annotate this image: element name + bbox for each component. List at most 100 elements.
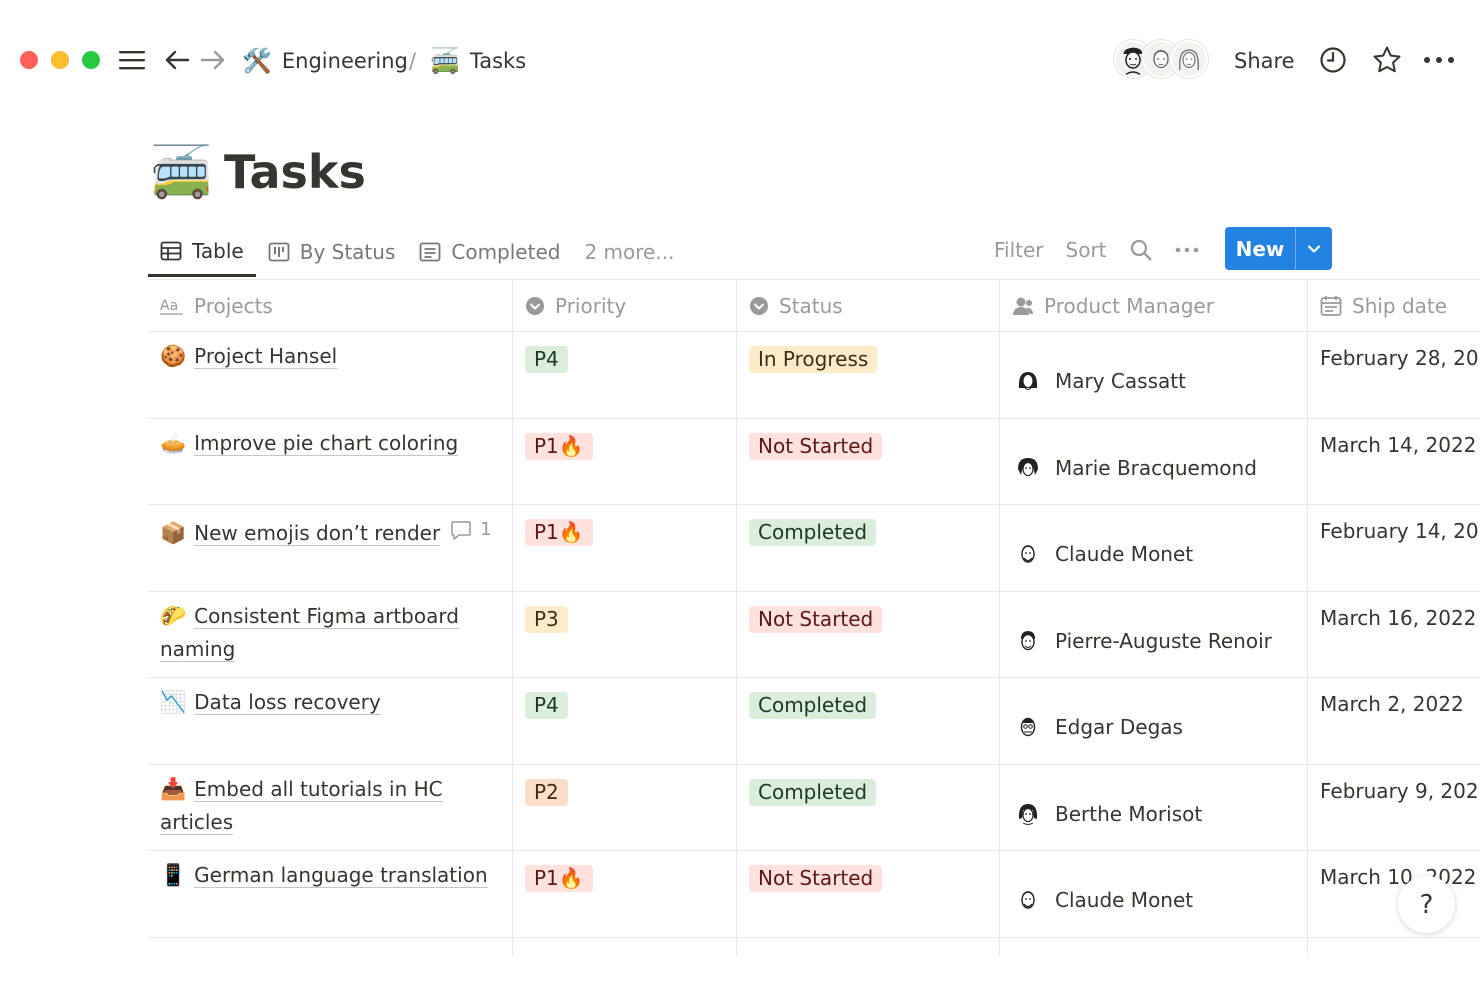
cell-status[interactable]: Completed [737,764,1000,850]
chevron-down-icon[interactable] [1295,227,1332,270]
page-title-text[interactable]: Tasks [224,145,366,199]
project-title[interactable]: Improve pie chart coloring [194,430,459,456]
cell-product-manager[interactable]: Berthe Morisot [1000,764,1308,850]
cell-status[interactable]: Completed [737,678,1000,764]
sidebar-toggle-icon[interactable] [116,42,148,78]
column-header-label: Product Manager [1044,293,1214,318]
column-header-product-manager[interactable]: Product Manager [1000,280,1308,331]
cell-product-manager[interactable]: Mary Cassatt [1000,332,1308,418]
priority-badge: P4 [525,692,568,719]
cell-project[interactable]: 📥 Embed all tutorials in HC articles [148,764,513,850]
board-icon [268,242,290,262]
window-close-button[interactable] [20,51,38,69]
tasks-table: Aa Projects Priority Status Product Mana… [148,279,1480,957]
column-header-priority[interactable]: Priority [513,280,737,331]
project-title[interactable]: Embed all tutorials in HC articles [160,776,443,835]
cell-ship-date[interactable]: February 28, 20 [1308,332,1480,418]
share-button[interactable]: Share [1234,44,1295,78]
table-row[interactable] [148,937,1480,957]
status-badge: Completed [749,692,877,719]
avatar[interactable] [1170,40,1208,78]
table-row[interactable]: 🌮 Consistent Figma artboard naming P3 Not… [148,591,1480,678]
cell-project[interactable]: 📦 New emojis don’t render 1 [148,505,513,591]
sort-button[interactable]: Sort [1066,238,1107,262]
cell-priority[interactable]: P1🔥 [513,851,737,937]
cell-priority[interactable]: P4 [513,332,737,418]
collaborator-avatars[interactable] [1114,40,1208,80]
cell-product-manager[interactable]: Marie Bracquemond [1000,418,1308,504]
cell-product-manager[interactable]: Edgar Degas [1000,678,1308,764]
cell-ship-date[interactable]: February 14, 20 [1308,505,1480,591]
comment-count[interactable]: 1 [450,513,492,546]
table-row[interactable]: 📱 German language translation P1🔥 Not Sta… [148,851,1480,938]
cell-status [737,937,1000,957]
table-row[interactable]: 📥 Embed all tutorials in HC articles P2 C… [148,764,1480,851]
window-zoom-button[interactable] [82,51,100,69]
cell-product-manager[interactable]: Pierre-Auguste Renoir [1000,591,1308,677]
column-header-label: Projects [194,293,273,318]
cell-project[interactable]: 🍪 Project Hansel [148,332,513,418]
cell-status[interactable]: Completed [737,505,1000,591]
breadcrumb-tasks-label: Tasks [469,49,527,73]
filter-button[interactable]: Filter [994,238,1044,262]
cell-status[interactable]: In Progress [737,332,1000,418]
cell-priority[interactable]: P4 [513,678,737,764]
back-arrow-icon[interactable] [162,42,192,78]
tab-completed[interactable]: Completed [407,227,572,277]
help-button[interactable]: ? [1398,876,1455,933]
priority-badge: P1🔥 [525,432,593,460]
cell-priority[interactable]: P3 [513,591,737,677]
cell-status[interactable]: Not Started [737,851,1000,937]
cell-product-manager[interactable]: Claude Monet [1000,851,1308,937]
forward-arrow-icon[interactable] [198,42,228,78]
cell-ship-date[interactable]: March 10, 2022 [1308,851,1480,937]
cell-product-manager[interactable]: Claude Monet [1000,505,1308,591]
project-title[interactable]: German language translation [194,863,488,888]
table-row[interactable]: 📉 Data loss recovery P4 Completed Edgar D… [148,678,1480,765]
cell-ship-date[interactable]: March 14, 2022 [1308,419,1480,505]
breadcrumb-tasks[interactable]: 🚎 Tasks [430,44,526,78]
more-views-button[interactable]: 2 more... [572,227,686,277]
cell-priority[interactable]: P1🔥 [513,418,737,504]
cell-ship-date[interactable]: March 2, 2022 [1308,678,1480,764]
project-title[interactable]: Data loss recovery [194,690,381,715]
cell-ship-date[interactable]: February 9, 202 [1308,765,1480,851]
column-header-ship-date[interactable]: Ship date [1308,280,1480,331]
table-row[interactable]: 📦 New emojis don’t render 1 P1🔥 Completed … [148,505,1480,592]
tab-by-status[interactable]: By Status [256,227,408,277]
tab-table[interactable]: Table [148,227,256,277]
cell-status[interactable]: Not Started [737,418,1000,504]
cell-ship-date[interactable]: March 16, 2022 [1308,592,1480,678]
cell-priority [513,937,737,957]
trolleybus-icon[interactable]: 🚎 [150,143,216,202]
project-title[interactable]: New emojis don’t render [194,520,441,546]
project-title[interactable]: Consistent Figma artboard naming [160,603,459,662]
favorite-star-icon[interactable] [1371,44,1403,80]
table-row[interactable]: 🍪 Project Hansel P4 In Progress Mary Cass… [148,332,1480,419]
search-icon[interactable] [1129,238,1153,262]
new-button[interactable]: New [1225,227,1332,270]
project-title[interactable]: Project Hansel [194,344,338,369]
cell-project[interactable]: 📱 German language translation [148,851,513,937]
breadcrumb-engineering[interactable]: 🛠️ Engineering [242,44,408,78]
column-header-projects[interactable]: Aa Projects [148,280,513,331]
cell-project[interactable]: 📉 Data loss recovery [148,678,513,764]
new-button-label[interactable]: New [1225,227,1295,270]
cell-status[interactable]: Not Started [737,591,1000,677]
more-options-icon[interactable] [1175,246,1199,254]
table-row[interactable]: 🥧 Improve pie chart coloring P1🔥 Not Star… [148,418,1480,505]
cell-priority[interactable]: P1🔥 [513,505,737,591]
more-options-icon[interactable] [1423,52,1455,72]
avatar [1021,630,1035,650]
cell-priority[interactable]: P2 [513,764,737,850]
status-badge: Not Started [749,432,883,460]
product-manager-name: Marie Bracquemond [1055,455,1257,480]
trolleybus-icon: 🚎 [430,47,460,75]
cell-project[interactable]: 🥧 Improve pie chart coloring [148,418,513,504]
cell-project[interactable]: 🌮 Consistent Figma artboard naming [148,591,513,677]
updates-clock-icon[interactable] [1318,45,1348,79]
column-header-status[interactable]: Status [737,280,1000,331]
priority-badge: P4 [525,346,568,373]
window-minimize-button[interactable] [51,51,69,69]
viewport-edge [0,957,1480,987]
